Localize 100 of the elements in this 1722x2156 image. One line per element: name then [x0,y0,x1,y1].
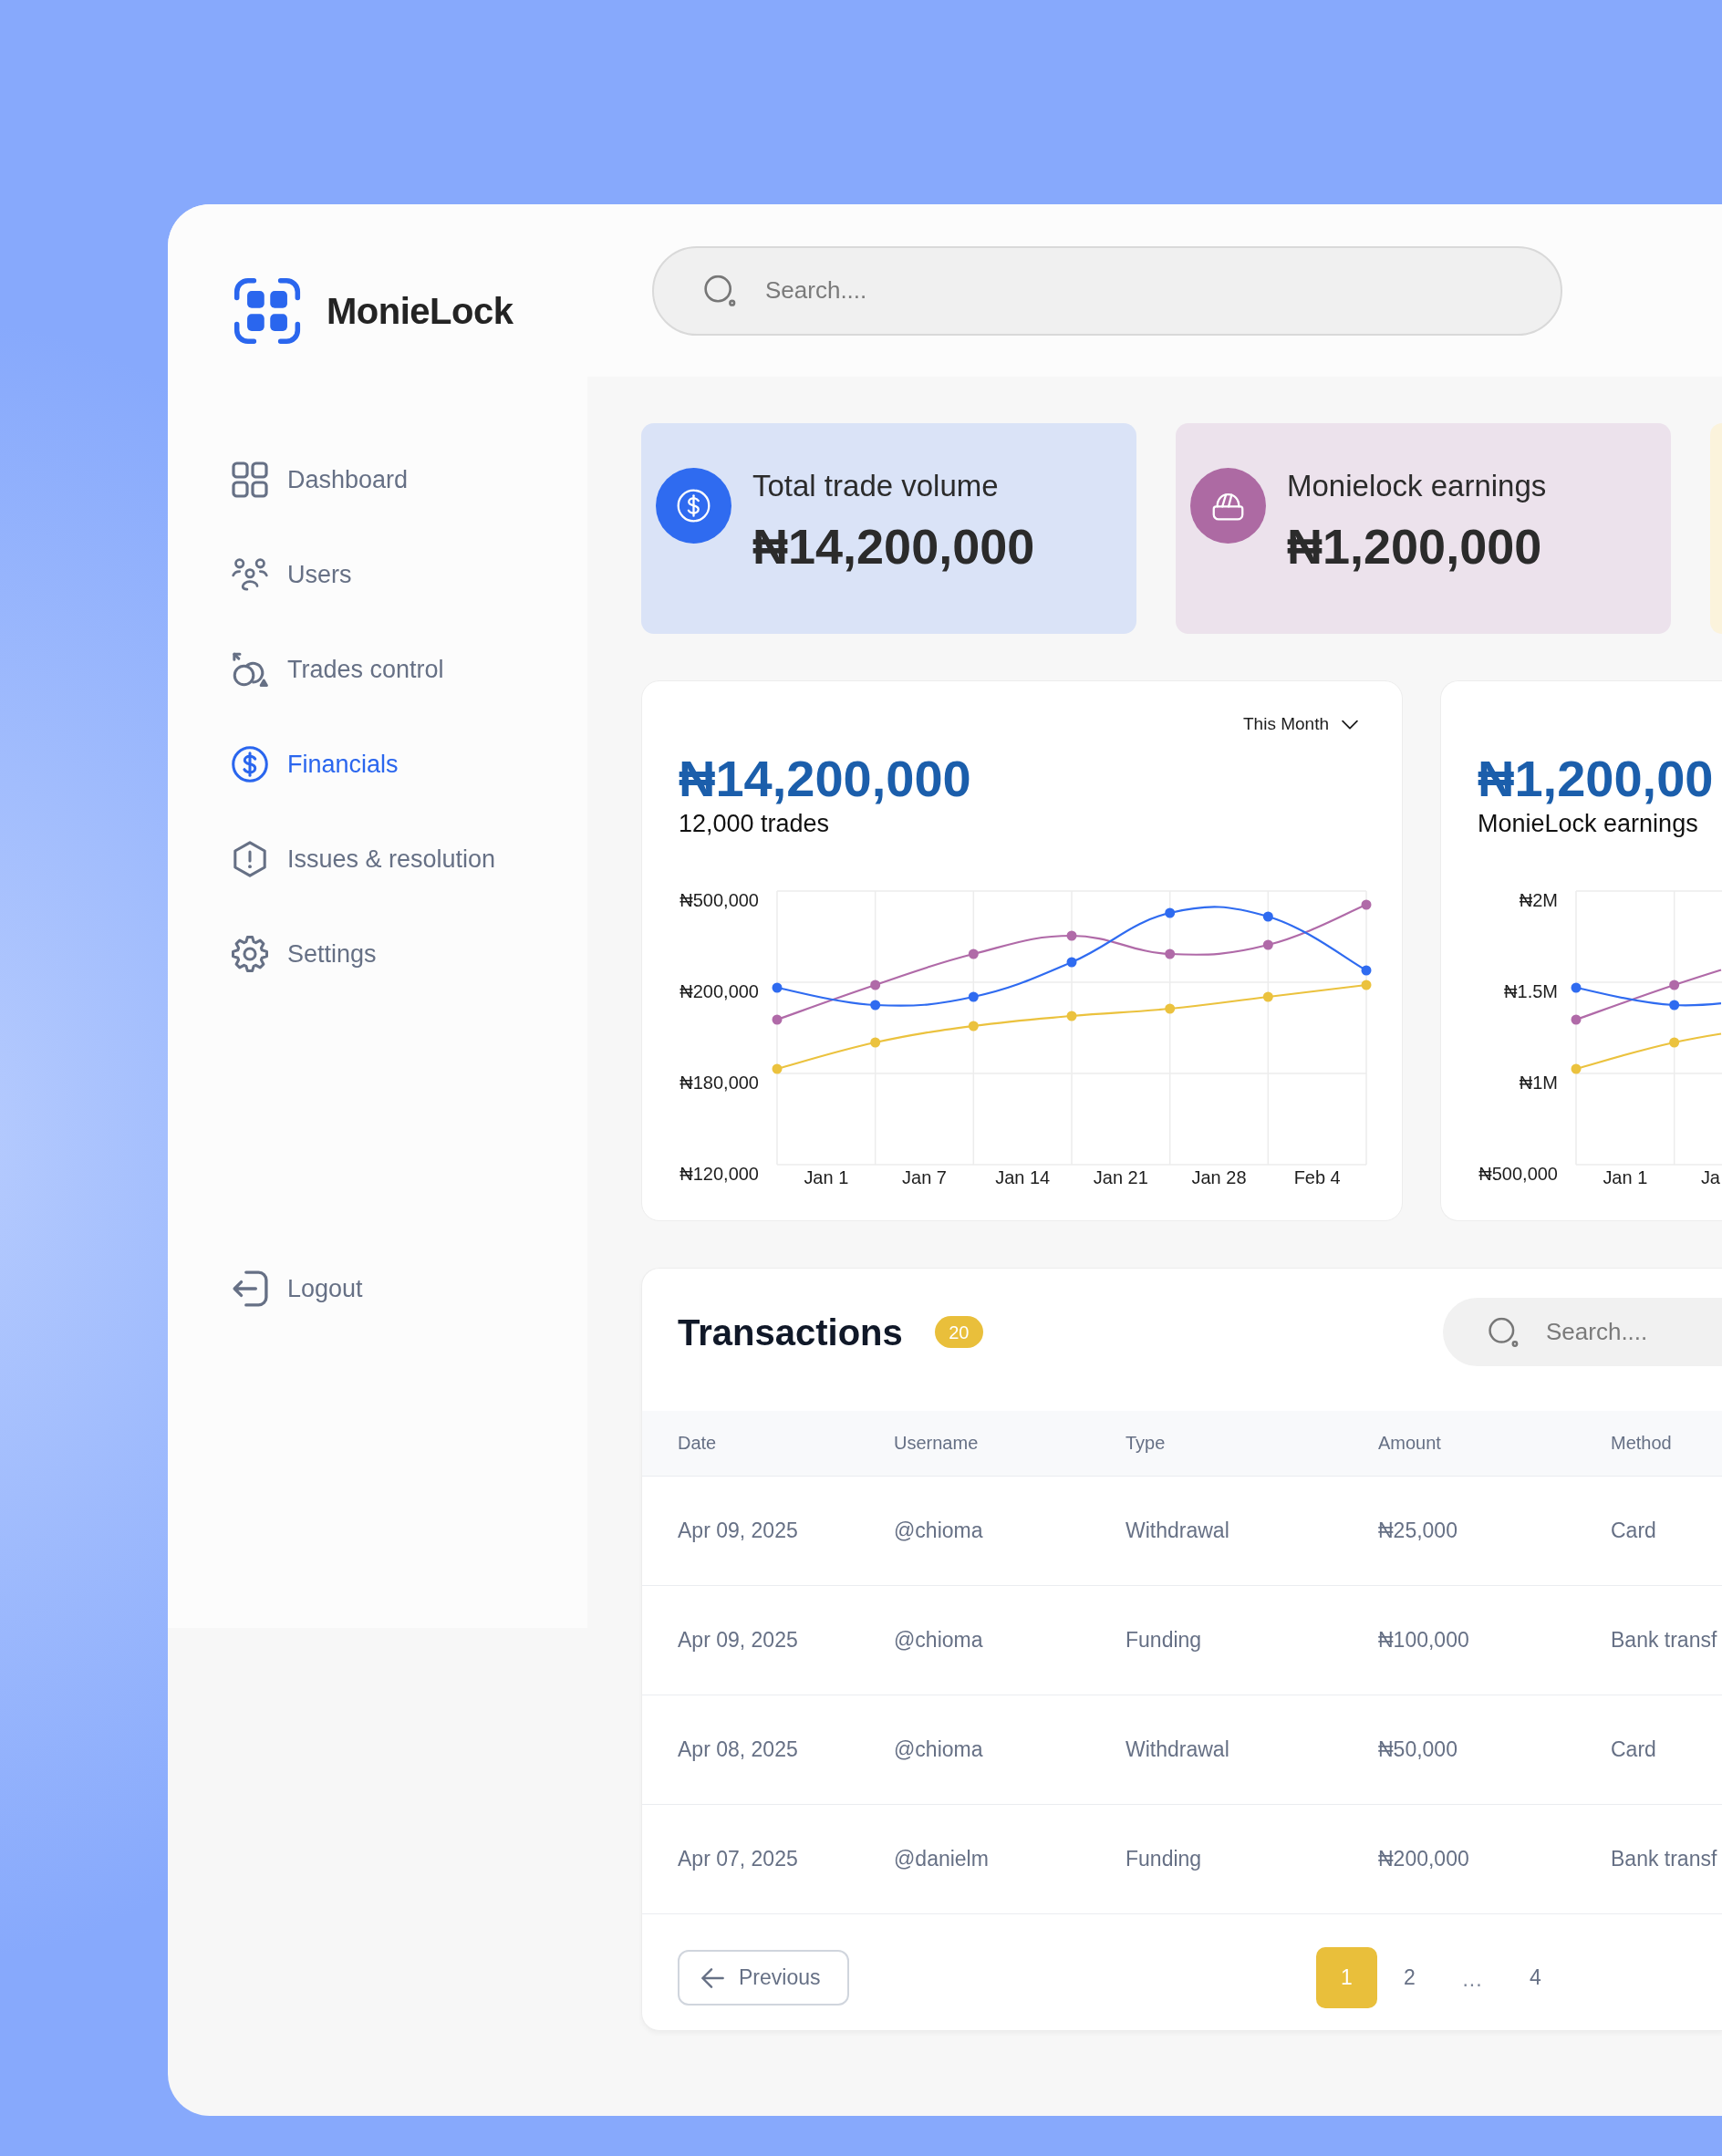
x-axis-label: Jan 21 [1093,1167,1148,1187]
sidebar-item[interactable]: Users [232,547,352,602]
table-cell: Apr 09, 2025 [642,1476,894,1585]
column-header: Username [894,1411,1126,1476]
chart-caption: 12,000 trades [679,809,830,839]
chevron-down-icon [1342,719,1358,730]
overlapping-circles-icon [232,651,268,688]
table-cell: Card [1611,1695,1722,1804]
chart-point [1262,939,1273,950]
chart-point [772,1063,783,1074]
chart-point [1262,991,1273,1002]
stat-value: ₦1,200,000 [1287,518,1543,575]
column-header: Type [1126,1411,1378,1476]
chart-point [1165,948,1176,959]
chart-point [968,948,979,959]
chart-point [1361,965,1372,976]
page-link[interactable]: 4 [1505,1947,1566,2008]
brand-name: MonieLock [327,290,513,333]
previous-button[interactable]: Previous [678,1950,849,2006]
dollar-circle-icon [232,746,268,783]
sidebar-item[interactable]: Trades control [232,642,444,697]
column-header: Date [642,1411,894,1476]
table-cell: Bank transf [1611,1585,1722,1695]
sidebar-item[interactable]: Settings [232,927,377,981]
page-link[interactable]: 2 [1379,1947,1440,2008]
table-cell: Bank transf [1611,1804,1722,1913]
y-axis-label: ₦180,000 [679,1073,759,1093]
x-axis-label: Feb 4 [1293,1167,1341,1187]
period-dropdown[interactable]: This Month [1243,710,1358,738]
chart-point [772,982,783,993]
hexagon-alert-icon [232,841,268,877]
table-cell: Funding [1126,1804,1378,1913]
search-field[interactable]: Search.... [1443,1298,1722,1366]
table-cell: ₦100,000 [1378,1585,1611,1695]
chart-point [870,1000,881,1011]
pagination-ellipsis: ... [1461,1966,1484,1994]
y-axis-label: ₦120,000 [679,1164,759,1184]
chart-point [1262,911,1273,922]
arrow-left-icon [701,1967,724,1988]
chart-point [1066,930,1077,941]
y-axis-label: ₦500,000 [679,890,759,910]
sidebar-item[interactable]: Issues & resolution [232,832,496,886]
chart-total: ₦14,200,000 [679,750,971,808]
chart-point [1361,899,1372,910]
chart-point [772,1014,783,1025]
logout-link[interactable]: Logout [232,1261,363,1316]
chart-point [968,991,979,1002]
search-field[interactable]: Search.... [652,245,1562,336]
chart-point [1165,907,1176,918]
chart-point [1066,1011,1077,1021]
sidebar-item[interactable]: Financials [232,737,399,792]
transactions-title: Transactions [678,1311,903,1354]
chart-point [870,1037,881,1048]
column-header: Amount [1378,1411,1611,1476]
y-axis-label: ₦200,000 [679,981,759,1001]
table-cell: Apr 07, 2025 [642,1804,894,1913]
chart-point [1361,980,1372,990]
table-cell: ₦50,000 [1378,1695,1611,1804]
chart-point [1669,1037,1680,1048]
sidebar-item[interactable]: Dashboard [232,452,409,507]
count-badge: 20 [934,1316,983,1348]
settings-icon [232,936,268,972]
stat-title: Monielock earnings [1287,468,1547,504]
stat-value: ₦14,200,000 [752,518,1035,575]
table-cell: @chioma [894,1476,1126,1585]
chart-point [968,1021,979,1031]
y-axis-label: ₦500,000 [1478,1164,1558,1184]
chart-point [1571,982,1582,993]
table-cell: Withdrawal [1126,1476,1378,1585]
chart-point [1571,1063,1582,1074]
y-axis-label: ₦2M [1519,890,1558,910]
chart-point [1165,1003,1176,1014]
users-icon [232,556,268,593]
x-axis-label: Jan 1 [804,1167,849,1187]
x-axis-label: Jan 7 [902,1167,947,1187]
x-axis-label: Jan 14 [995,1167,1051,1187]
table-cell: ₦200,000 [1378,1804,1611,1913]
chart-point [1669,980,1680,990]
table-cell: Withdrawal [1126,1695,1378,1804]
table-cell: @danielm [894,1804,1126,1913]
chart-point [1669,1000,1680,1011]
table-cell: Apr 08, 2025 [642,1695,894,1804]
table-cell: @chioma [894,1695,1126,1804]
chart-total: ₦1,200,00 [1478,750,1714,808]
chart-caption: MonieLock earnings [1478,809,1698,839]
table-cell: ₦25,000 [1378,1476,1611,1585]
chart-point [1066,957,1077,968]
table-cell: Card [1611,1476,1722,1585]
table-cell: Apr 09, 2025 [642,1585,894,1695]
chart-point [870,980,881,990]
table-cell: @chioma [894,1585,1126,1695]
search-icon [704,275,736,306]
chart-point [1571,1014,1582,1025]
x-axis-label: Jan 28 [1191,1167,1247,1187]
table-cell: Funding [1126,1585,1378,1695]
stat-title: Total trade volume [752,468,1000,504]
logout-icon [232,1270,268,1307]
dashboard-grid-icon [232,461,268,498]
grid-logo-icon [232,275,303,347]
search-icon [1489,1317,1519,1347]
